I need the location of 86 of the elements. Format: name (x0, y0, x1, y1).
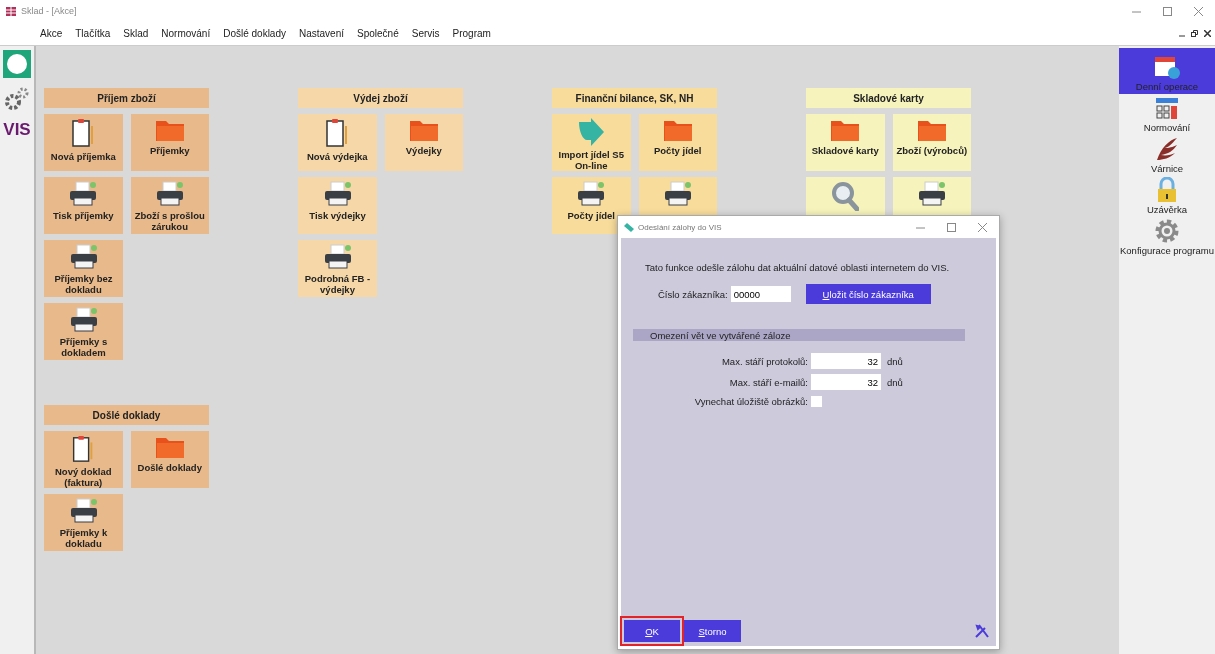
menu-item[interactable]: Akce (40, 28, 63, 39)
printer-icon (576, 181, 607, 207)
app-icon (6, 6, 16, 16)
maximize-icon[interactable] (947, 222, 956, 232)
vis-logo[interactable]: VIS (3, 120, 31, 140)
tag-icon (624, 222, 634, 232)
folder-icon (154, 435, 185, 459)
menu-item[interactable]: Servis (411, 28, 440, 39)
menu-item[interactable]: Normování (161, 28, 211, 39)
action-tile[interactable]: Příjemky bez dokladu (44, 240, 123, 297)
printer-icon (916, 181, 947, 207)
action-tile[interactable]: Nová výdejka (298, 114, 377, 171)
close-icon[interactable] (1204, 30, 1211, 37)
field-label: Max. stáří e-mailů: (728, 376, 808, 388)
clipboard-icon (71, 118, 96, 148)
action-tile[interactable]: Příjemky s dokladem (44, 303, 123, 360)
field-label: Číslo zákazníka: (658, 288, 728, 300)
printer-icon (662, 181, 693, 207)
menu-item[interactable]: Nastavení (299, 28, 344, 39)
menu-item[interactable]: Program (452, 28, 491, 39)
action-tile[interactable]: Zboží (výrobců) (892, 114, 971, 171)
folder-icon (662, 118, 693, 142)
action-tile[interactable]: Příjemky k dokladu (44, 494, 123, 551)
padlock-icon (1156, 177, 1178, 203)
menu-item[interactable]: Sklad (123, 28, 149, 39)
group-header: Příjem zboží (44, 88, 209, 108)
printer-icon (322, 181, 353, 207)
printer-icon (68, 244, 99, 270)
unit-label: dnů (887, 355, 903, 367)
folder-icon (408, 118, 439, 142)
calculator-icon (1155, 97, 1179, 121)
menu-item[interactable]: Došlé doklady (223, 28, 286, 39)
gear-icon (1154, 218, 1180, 244)
maximize-icon[interactable] (1163, 6, 1172, 16)
printer-icon (322, 244, 353, 270)
field-label: Vynechat úložiště obrázků: (693, 396, 808, 407)
arrow-icon (577, 118, 606, 146)
action-tile[interactable]: Výdejky (384, 114, 463, 171)
field-label: Max. stáří protokolů: (720, 355, 808, 367)
group-header: Skladové karty (806, 88, 971, 108)
customer-number-field[interactable]: 00000 (730, 286, 791, 302)
side-nav-item[interactable]: Konfigurace programu (1119, 217, 1215, 258)
feather-icon (1155, 136, 1179, 162)
printer-icon (68, 181, 99, 207)
action-tile[interactable]: Tisk příjemky (44, 177, 123, 234)
clipboard-icon (325, 118, 350, 148)
gears-icon[interactable] (4, 86, 30, 112)
days-field[interactable]: 32 (811, 353, 881, 369)
days-field[interactable]: 32 (811, 374, 881, 390)
folder-icon (830, 118, 861, 142)
menu-item[interactable]: Společné (357, 28, 399, 39)
unit-label: dnů (887, 376, 903, 388)
printer-icon (68, 307, 99, 333)
magnifier-icon (831, 181, 860, 211)
action-tile[interactable]: Podrobná FB - výdejky (298, 240, 377, 297)
side-nav-item[interactable]: Normování (1119, 94, 1215, 135)
section-header: Omezení vět ve vytvářené záloze (633, 329, 965, 341)
menu-item[interactable]: Tlačítka (75, 28, 111, 39)
folder-icon (154, 118, 185, 142)
tools-icon[interactable] (974, 623, 990, 639)
checkbox[interactable] (811, 396, 822, 407)
action-tile[interactable]: Došlé doklady (130, 431, 209, 488)
restore-icon[interactable] (1191, 30, 1198, 37)
action-tile[interactable]: Nový doklad (faktura) (44, 431, 123, 488)
folder-icon (916, 118, 947, 142)
group-header: Finanční bilance, SK, NH (552, 88, 717, 108)
action-tile[interactable]: Nová příjemka (44, 114, 123, 171)
action-tile[interactable]: Import jídel S5 On-line (552, 114, 631, 171)
action-tile[interactable]: Příjemky (130, 114, 209, 171)
action-tile[interactable]: Počty jídel (552, 177, 631, 234)
action-tile[interactable]: Počty jídel (638, 114, 717, 171)
calendar-icon (1154, 54, 1180, 80)
window-title: Sklad - [Akce] (21, 6, 77, 16)
side-nav-item[interactable]: Uzávěrka (1119, 176, 1215, 217)
dialog-title: Odeslání zálohy do VIS (638, 222, 722, 232)
dialog-button[interactable]: Storno (684, 620, 741, 642)
action-tile[interactable]: Tisk výdejky (298, 177, 377, 234)
intro-text: Tato funkce odešle zálohu dat aktuální datové oblasti internetem do VIS. (645, 262, 951, 273)
group-header: Došlé doklady (44, 405, 209, 425)
action-tile[interactable]: Skladové karty (806, 114, 885, 171)
save-customer-button[interactable]: Uložit číslo zákazníka (805, 284, 931, 304)
printer-icon (68, 498, 99, 524)
printer-icon (154, 181, 185, 207)
group-header: Výdej zboží (298, 88, 463, 108)
side-nav-item[interactable]: Várnice (1119, 135, 1215, 176)
action-tile[interactable]: Zboží s prošlou zárukou (130, 177, 209, 234)
